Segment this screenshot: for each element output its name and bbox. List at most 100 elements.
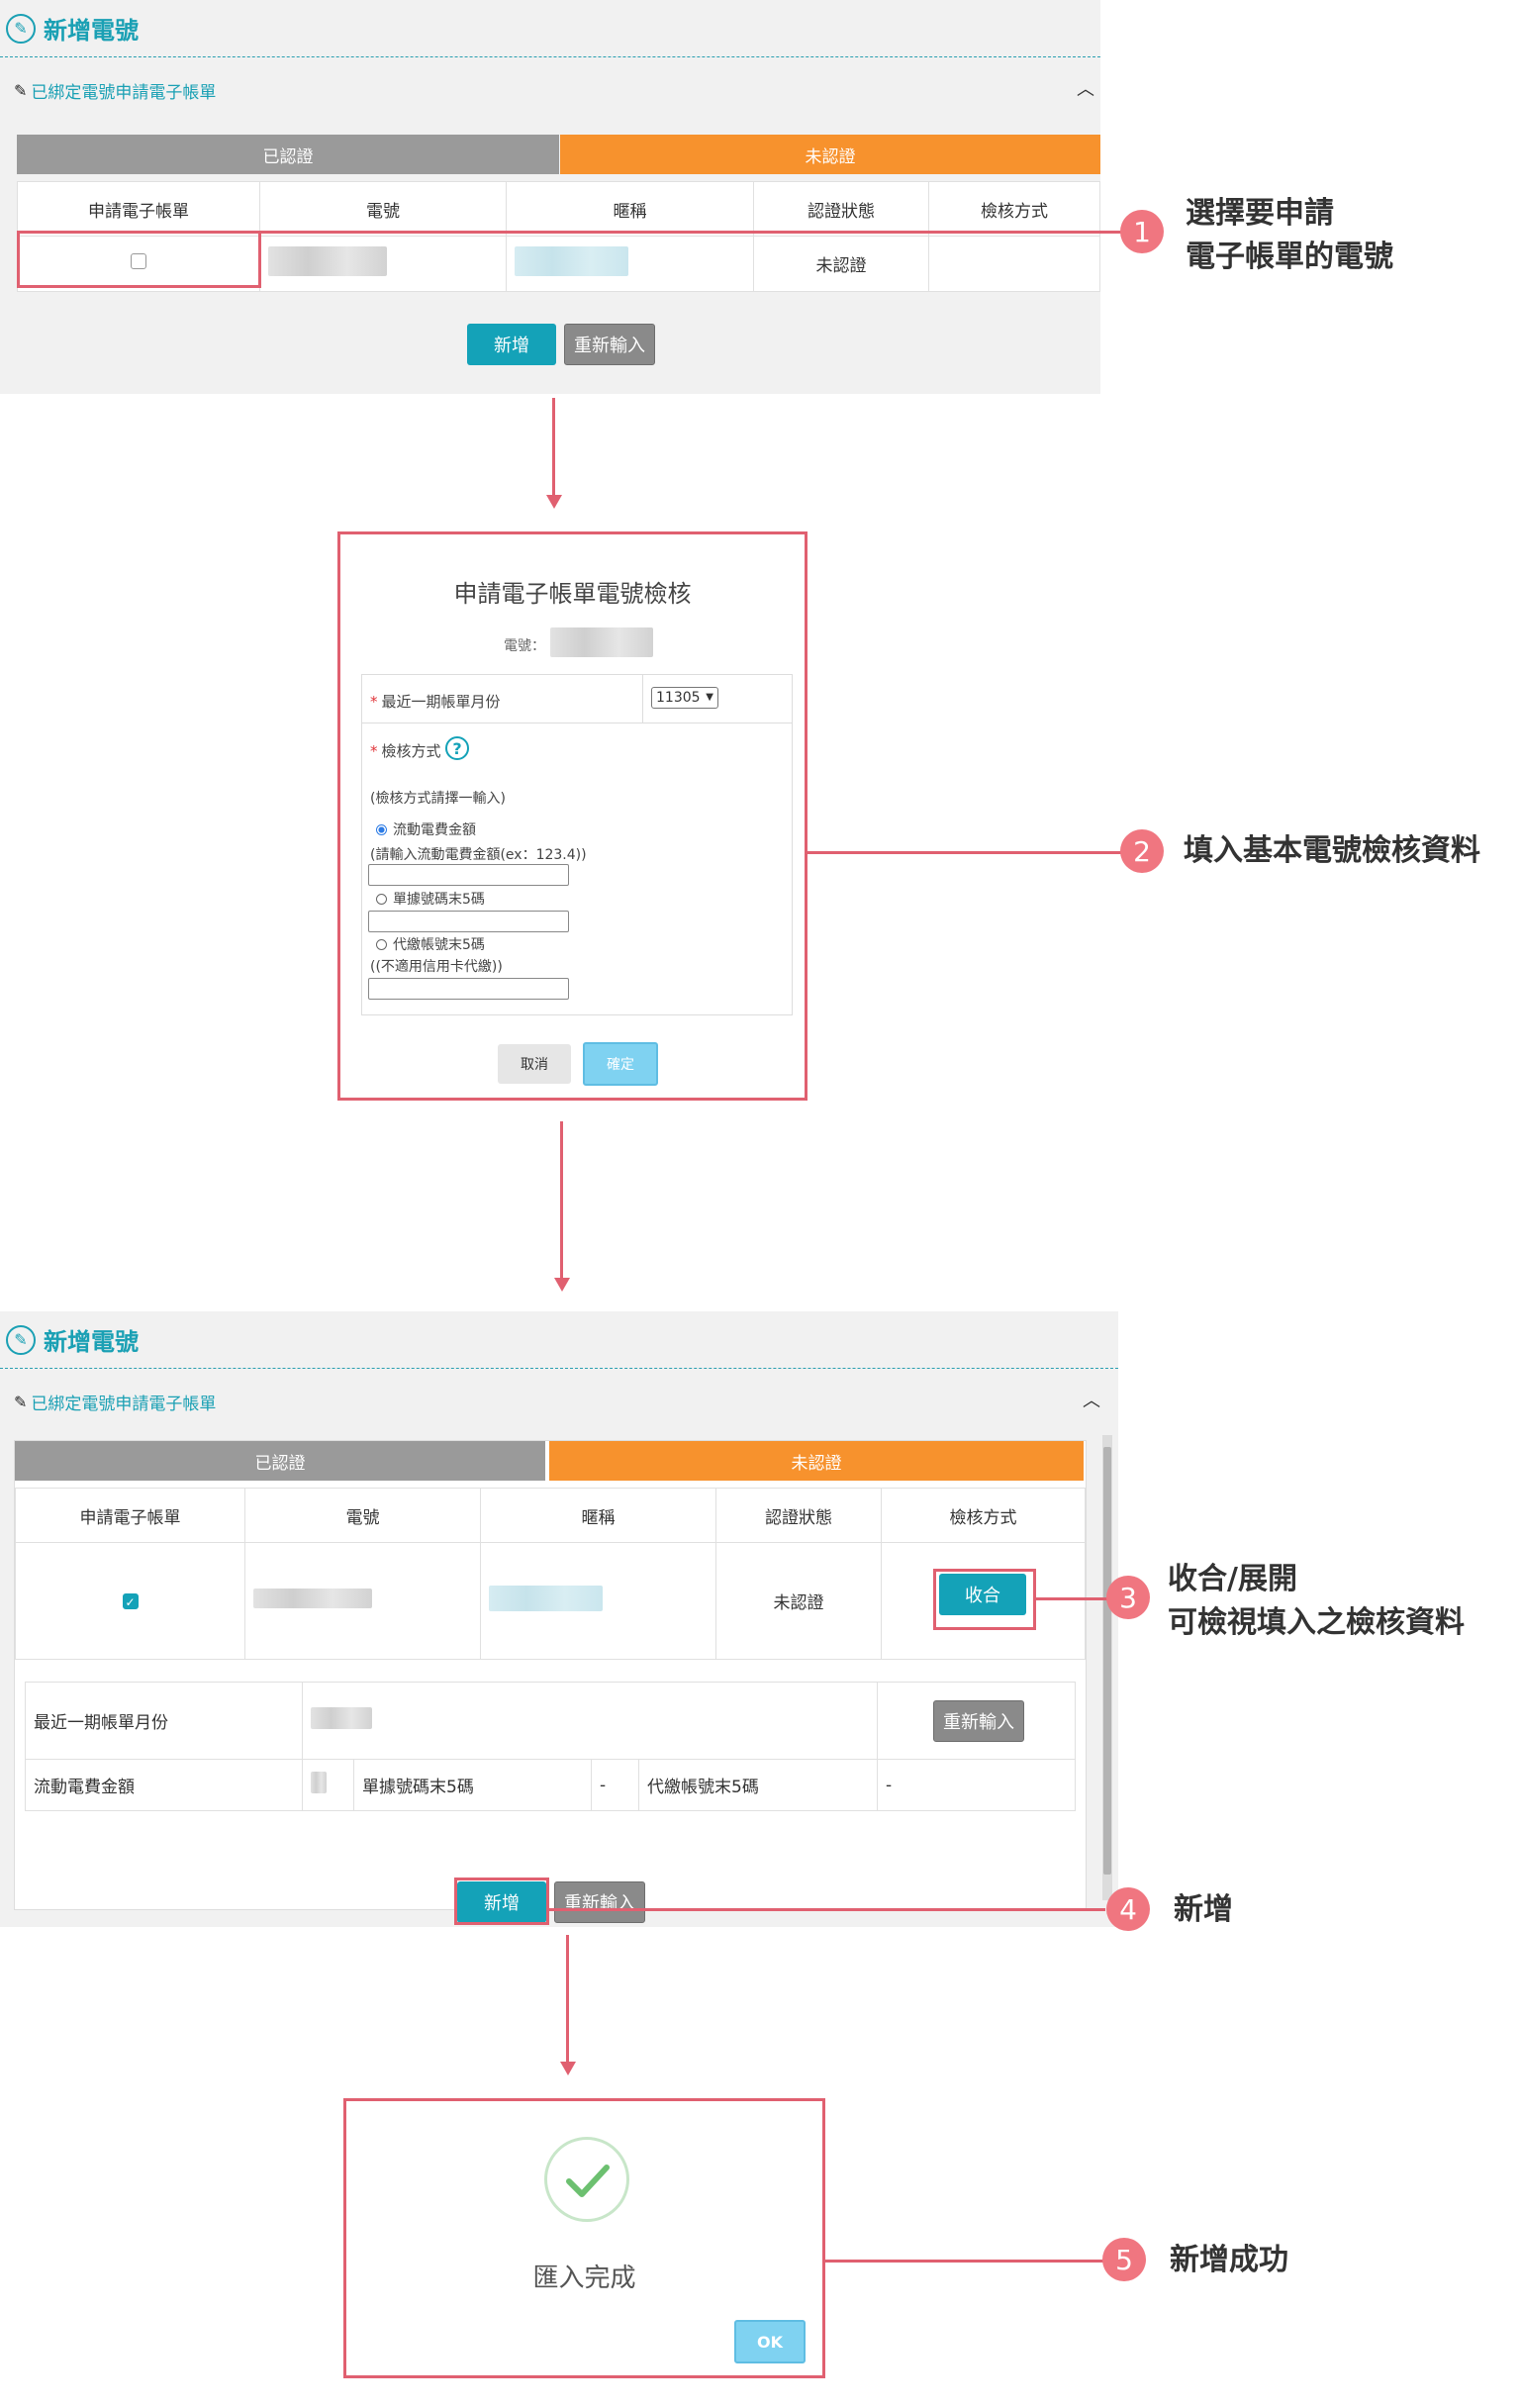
- step-badge-4: 4: [1106, 1887, 1150, 1931]
- option-amount[interactable]: 流動電費金額: [376, 819, 476, 839]
- annotation-4: 新增: [1174, 1892, 1233, 1927]
- tab-verified[interactable]: 已認證: [15, 1441, 545, 1481]
- table-header-row: 申請電子帳單 電號 暱稱 認證狀態 檢核方式: [15, 1488, 1086, 1543]
- option-amount-label: 流動電費金額: [393, 822, 476, 838]
- detail-reset-button[interactable]: 重新輸入: [933, 1700, 1024, 1742]
- nickname-redacted: [489, 1586, 603, 1611]
- month-value-redacted: [311, 1707, 372, 1729]
- col-status: 認證狀態: [753, 181, 929, 237]
- radio-amount[interactable]: [376, 824, 387, 835]
- verify-detail-table: 最近一期帳單月份 流動電費金額 單據號碼末5碼 - 代繳帳號末5碼 -: [25, 1682, 1076, 1811]
- step-badge-5: 5: [1102, 2238, 1146, 2281]
- account-number-redacted: [268, 246, 387, 276]
- connector-5: [825, 2260, 1106, 2263]
- add-button[interactable]: 新增: [467, 324, 556, 365]
- method-label: * 檢核方式: [370, 740, 441, 761]
- receipt-input[interactable]: [368, 911, 569, 932]
- month-divider: [642, 675, 643, 723]
- account-label-text: 電號：: [504, 638, 545, 654]
- option-account[interactable]: 代繳帳號末5碼: [376, 934, 485, 954]
- latest-month-label-text: 最近一期帳單月份: [381, 693, 501, 711]
- highlight-collapse-button: [933, 1569, 1036, 1630]
- section-header[interactable]: ✎ 已綁定電號申請電子帳單 ︿: [0, 1371, 1118, 1432]
- help-icon[interactable]: ?: [445, 736, 469, 760]
- panel-title-bar: ✎ 新增電號: [0, 1311, 1118, 1369]
- col-nickname: 暱稱: [506, 181, 754, 237]
- success-check-icon: [544, 2137, 629, 2222]
- option-account-hint: ((不適用信用卡代繳)): [370, 959, 503, 975]
- detail-account-value: -: [877, 1759, 1076, 1811]
- col-method: 檢核方式: [928, 181, 1100, 237]
- verify-form: * 最近一期帳單月份 11305 ▼ * 檢核方式 ? (檢核方式請擇一輸入) 流動…: [361, 674, 793, 1015]
- page-title: 新增電號: [44, 17, 139, 45]
- connector-4: [549, 1908, 1105, 1911]
- method-label-text: 檢核方式: [381, 742, 441, 760]
- detail-amount-label: 流動電費金額: [25, 1759, 303, 1811]
- confirm-button[interactable]: 確定: [583, 1042, 658, 1086]
- month-select[interactable]: 11305 ▼: [651, 687, 718, 709]
- option-amount-hint: (請輸入流動電費金額(ex：123.4)): [370, 847, 587, 863]
- detail-receipt-value: -: [591, 1759, 639, 1811]
- option-account-label: 代繳帳號末5碼: [393, 937, 485, 953]
- annotation-1-line2: 電子帳單的電號: [1186, 240, 1393, 274]
- flow-arrow-3: [566, 1935, 569, 2064]
- chevron-down-icon: ▼: [706, 692, 713, 703]
- success-message: 匯入完成: [532, 2264, 636, 2293]
- account-number-redacted: [550, 627, 653, 657]
- step-badge-2: 2: [1120, 829, 1164, 873]
- method-hint: (檢核方式請擇一輸入): [370, 791, 506, 807]
- radio-receipt[interactable]: [376, 894, 387, 905]
- flow-arrow-1: [552, 398, 555, 497]
- tab-unverified[interactable]: 未認證: [549, 1441, 1084, 1481]
- chevron-up-icon[interactable]: ︿: [1079, 1387, 1104, 1412]
- step-badge-3: 3: [1106, 1576, 1150, 1619]
- col-account: 電號: [244, 1488, 481, 1543]
- detail-row-method: 流動電費金額 單據號碼末5碼 - 代繳帳號末5碼 -: [25, 1759, 1076, 1811]
- flow-arrowhead-1: [546, 495, 562, 509]
- reset-button[interactable]: 重新輸入: [564, 324, 655, 365]
- amount-input[interactable]: [368, 864, 569, 886]
- table-container: 已認證 未認證 申請電子帳單 電號 暱稱 認證狀態 檢核方式 ✓ 未認證 最近一…: [14, 1440, 1087, 1910]
- account-table: 申請電子帳單 電號 暱稱 認證狀態 檢核方式 ✓ 未認證: [15, 1488, 1086, 1660]
- flow-arrowhead-3: [560, 2062, 576, 2075]
- tab-unverified[interactable]: 未認證: [560, 135, 1100, 174]
- required-mark: *: [370, 742, 378, 760]
- section-title: 已綁定電號申請電子帳單: [31, 82, 217, 103]
- scrollbar[interactable]: [1102, 1435, 1112, 1900]
- col-method: 檢核方式: [881, 1488, 1086, 1543]
- ok-button[interactable]: OK: [734, 2320, 806, 2363]
- nickname-redacted: [515, 246, 628, 276]
- option-receipt-label: 單據號碼末5碼: [393, 892, 485, 908]
- required-mark: *: [370, 693, 378, 711]
- table-header-row: 申請電子帳單 電號 暱稱 認證狀態 檢核方式: [17, 181, 1100, 237]
- method-cell: [928, 236, 1100, 292]
- page-title: 新增電號: [44, 1328, 139, 1356]
- radio-account[interactable]: [376, 939, 387, 950]
- connector-2: [808, 851, 1134, 854]
- annotation-2: 填入基本電號檢核資料: [1184, 833, 1480, 868]
- panel-add-account-1: ✎ 新增電號 ✎ 已綁定電號申請電子帳單 ︿ 已認證 未認證 申請電子帳單 電號…: [0, 0, 1100, 394]
- scrollbar-thumb[interactable]: [1103, 1447, 1111, 1875]
- status-cell: 未認證: [753, 236, 929, 292]
- chevron-up-icon[interactable]: ︿: [1073, 75, 1098, 101]
- reset-button[interactable]: 重新輸入: [554, 1881, 645, 1923]
- apply-checkbox-checked[interactable]: ✓: [122, 1592, 139, 1609]
- panel-title-bar: ✎ 新增電號: [0, 0, 1100, 57]
- step-badge-1: 1: [1120, 210, 1164, 253]
- amount-value-redacted: [311, 1772, 327, 1793]
- dialog-title: 申請電子帳單電號檢核: [453, 580, 692, 608]
- detail-row-month: 最近一期帳單月份: [25, 1682, 1076, 1760]
- account-input[interactable]: [368, 978, 569, 1000]
- success-dialog: 匯入完成 OK: [343, 2098, 825, 2378]
- edit-icon: ✎: [6, 13, 36, 44]
- latest-month-label: * 最近一期帳單月份: [370, 691, 501, 712]
- section-header[interactable]: ✎ 已綁定電號申請電子帳單 ︿: [0, 59, 1100, 121]
- col-status: 認證狀態: [715, 1488, 882, 1543]
- detail-account-label: 代繳帳號末5碼: [638, 1759, 878, 1811]
- cancel-button[interactable]: 取消: [498, 1044, 571, 1084]
- tab-verified[interactable]: 已認證: [17, 135, 559, 174]
- option-receipt[interactable]: 單據號碼末5碼: [376, 889, 485, 909]
- month-select-value: 11305: [656, 690, 701, 706]
- verify-dialog: 申請電子帳單電號檢核 電號： * 最近一期帳單月份 11305 ▼ * 檢核方式 ?…: [337, 531, 808, 1101]
- col-apply: 申請電子帳單: [17, 181, 260, 237]
